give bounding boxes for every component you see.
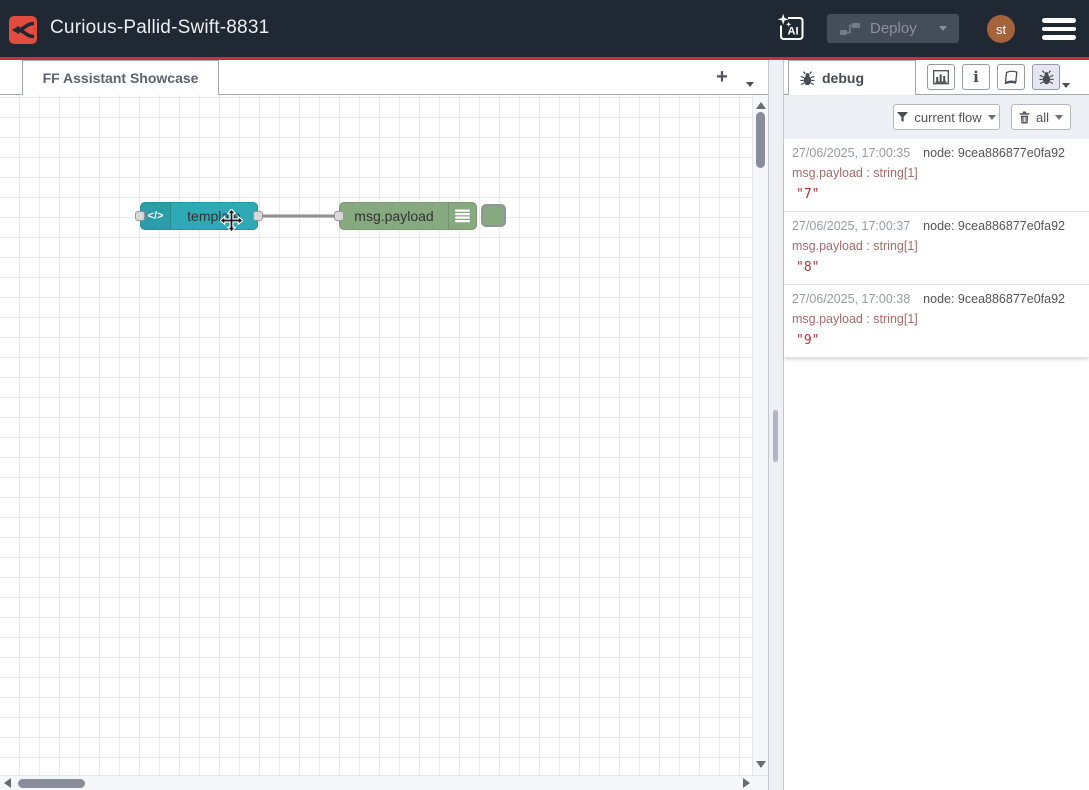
debug-message[interactable]: 27/06/2025, 17:00:38 node: 9cea886877e0f… [784,285,1089,358]
scroll-down-arrow[interactable] [756,761,766,768]
flowfuse-logo-icon [9,16,37,44]
sidebar-tab-debug-label: debug [822,70,864,86]
flow-list-chevron-down-icon[interactable] [746,74,754,90]
debug-message-timestamp: 27/06/2025, 17:00:37 [792,219,910,233]
code-icon: </> [141,203,171,229]
debug-message-timestamp: 27/06/2025, 17:00:35 [792,146,910,160]
debug-message-node-id: node: 9cea886877e0fa92 [923,292,1065,306]
deploy-chevron-down-icon[interactable] [939,26,947,31]
dashboard-tab-button[interactable] [927,64,955,90]
debug-message-property: msg.payload : string[1] [792,166,1081,180]
debug-message-value: "8" [792,260,1081,275]
bug-icon [800,71,815,86]
node-template-input-port[interactable] [135,211,145,221]
hamburger-icon [1042,18,1076,23]
scroll-left-arrow[interactable] [4,778,11,788]
horizontal-scrollbar-thumb[interactable] [18,779,85,788]
help-tab-button[interactable] [997,64,1025,90]
page-title: Curious-Pallid-Swift-8831 [50,17,269,39]
sidebar: debug i [784,60,1089,790]
sidebar-splitter[interactable] [768,60,784,790]
tab-flow-label: FF Assistant Showcase [43,70,199,86]
deploy-button[interactable]: Deploy [827,14,959,43]
deploy-pipeline-icon [840,22,860,36]
book-icon [1003,70,1019,84]
debug-clear-label: all [1036,110,1049,125]
trash-icon [1019,111,1030,124]
debug-filter-button[interactable]: current flow [893,104,1000,130]
vertical-scrollbar-thumb[interactable] [756,112,765,168]
workspace-tabbar: FF Assistant Showcase + [0,60,768,95]
bug-icon [1039,70,1054,85]
node-debug[interactable]: msg.payload [339,202,477,230]
add-flow-button[interactable]: + [708,63,736,91]
node-debug-input-port[interactable] [334,211,344,221]
splitter-drag-handle[interactable] [773,410,778,462]
info-tab-button[interactable]: i [962,64,990,90]
sidebar-tab-debug[interactable]: debug [788,60,916,95]
horizontal-scrollbar[interactable] [0,775,768,790]
scroll-right-arrow[interactable] [743,778,750,788]
avatar-initials: st [996,22,1006,37]
funnel-icon [897,112,908,123]
bar-chart-icon [933,70,949,85]
scroll-up-arrow[interactable] [756,102,766,109]
wires-layer [0,95,768,775]
debug-message-timestamp: 27/06/2025, 17:00:38 [792,292,910,306]
node-template-label: template [171,208,257,224]
debug-message-value: "9" [792,333,1081,348]
avatar[interactable]: st [987,15,1015,43]
node-red-editor: Curious-Pallid-Swift-8831 AI Deploy st [0,0,1089,790]
debug-message-node-id: node: 9cea886877e0fa92 [923,219,1065,233]
svg-text:AI: AI [788,26,799,38]
debug-toggle-button[interactable] [481,204,506,227]
debug-tab-button[interactable] [1032,64,1060,90]
debug-clear-button[interactable]: all [1011,104,1071,130]
list-icon [448,203,476,229]
main-menu-button[interactable] [1042,18,1076,40]
deploy-label: Deploy [870,20,917,37]
info-icon: i [973,68,979,86]
debug-message-list: 27/06/2025, 17:00:35 node: 9cea886877e0f… [784,139,1089,358]
sidebar-tabs-chevron-down-icon[interactable] [1062,75,1070,91]
node-debug-label: msg.payload [340,208,448,224]
debug-toolbar: current flow all [784,95,1089,139]
debug-message[interactable]: 27/06/2025, 17:00:35 node: 9cea886877e0f… [784,139,1089,212]
debug-message-value: "7" [792,187,1081,202]
tab-flow[interactable]: FF Assistant Showcase [22,60,219,95]
vertical-scrollbar[interactable] [752,95,768,775]
debug-message[interactable]: 27/06/2025, 17:00:37 node: 9cea886877e0f… [784,212,1089,285]
header: Curious-Pallid-Swift-8831 AI Deploy st [0,0,1089,57]
ai-assistant-button[interactable]: AI [776,13,807,44]
flow-canvas[interactable]: </> template msg.payload [0,95,768,775]
sidebar-tabbar: debug i [784,60,1089,95]
node-template-output-port[interactable] [253,211,263,221]
debug-message-property: msg.payload : string[1] [792,239,1081,253]
debug-message-property: msg.payload : string[1] [792,312,1081,326]
debug-filter-label: current flow [914,110,981,125]
move-cursor-icon [220,209,243,232]
debug-message-node-id: node: 9cea886877e0fa92 [923,146,1065,160]
